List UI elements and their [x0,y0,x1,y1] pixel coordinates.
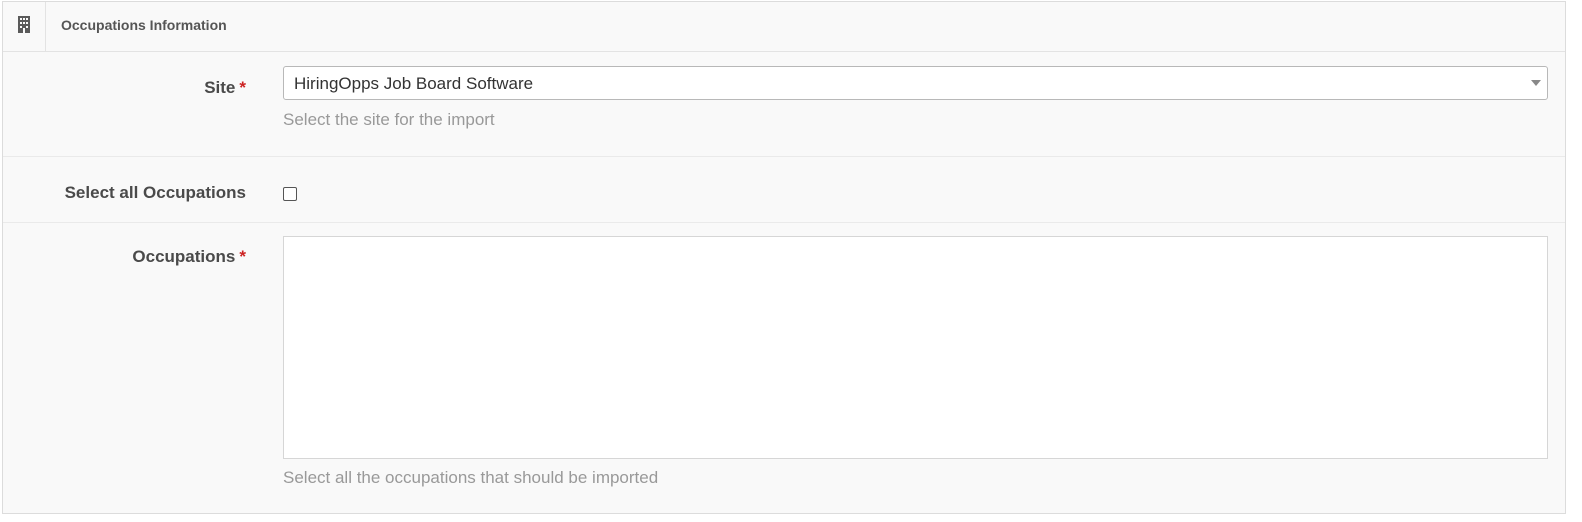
occupations-panel: Occupations Information Site * HiringOpps… [2,1,1566,514]
occupations-help-text: Select all the occupations that should b… [283,468,659,487]
site-help-text: Select the site for the import [283,110,495,129]
occupations-label-text: Occupations [132,247,236,266]
select-all-row: Select all Occupations [3,157,1565,223]
required-marker: * [239,78,246,97]
site-label-text: Site [204,78,236,97]
site-row: Site * HiringOpps Job Board Software Sele… [3,52,1565,157]
select-all-checkbox[interactable] [283,187,297,201]
site-select-value: HiringOpps Job Board Software [294,74,534,93]
panel-title: Occupations Information [61,17,227,33]
select-all-label: Select all Occupations [64,183,246,202]
occupations-label: Occupations * [132,247,246,267]
required-marker: * [239,247,246,266]
site-label: Site * [204,78,246,98]
occupations-multiselect[interactable] [283,236,1548,459]
caret-down-icon[interactable] [1531,80,1541,86]
panel-header: Occupations Information [3,2,1565,52]
building-icon [17,15,31,38]
occupations-row: Occupations * Select all the occupations … [3,223,1565,515]
site-select[interactable]: HiringOpps Job Board Software [283,66,1548,100]
header-icon-box [3,2,46,51]
